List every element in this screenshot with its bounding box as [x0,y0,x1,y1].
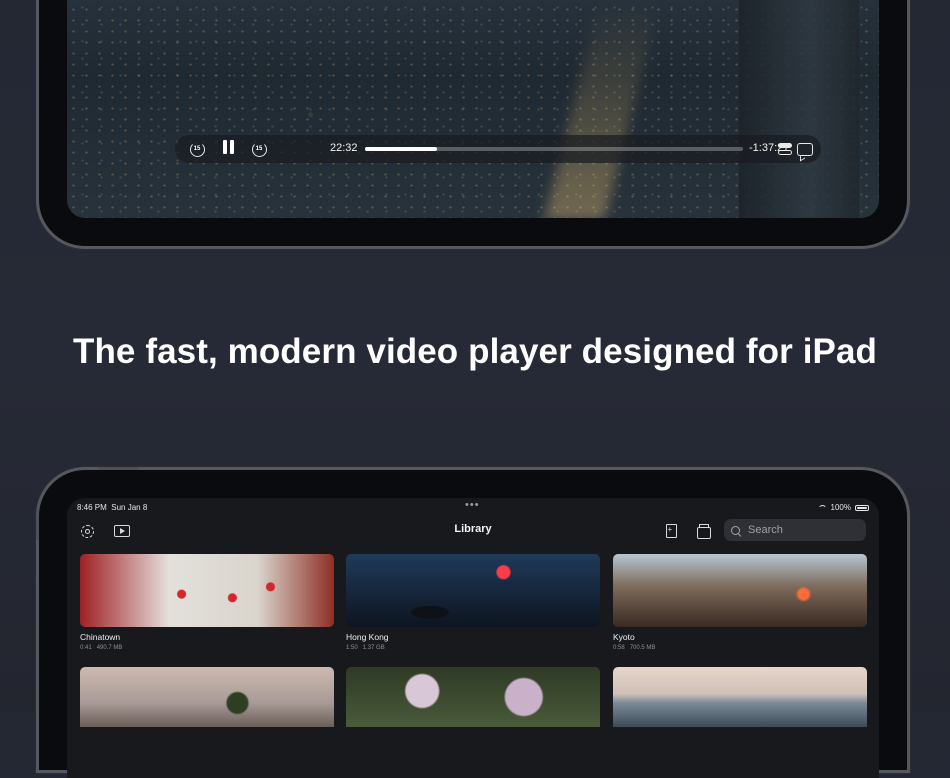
skip-back-icon: 15 [189,141,205,157]
battery-percent: 100% [830,503,851,512]
ipad-top-frame: 15 15 22:32 -1:37:27 [39,0,907,246]
subtitles-icon [797,142,813,156]
subtitles-button[interactable] [795,139,815,159]
scrubber[interactable] [365,147,743,151]
video-thumbnail[interactable] [80,667,334,727]
pause-icon [221,139,235,159]
search-icon [731,525,740,535]
navigation-bar: Library [67,516,879,546]
multitasking-dots[interactable]: ••• [465,499,480,511]
status-indicators: 100% [817,503,869,512]
skip-forward-button[interactable]: 15 [249,139,269,159]
tray-stack-icon [697,523,711,539]
document-add-icon [665,524,677,538]
status-time: 8:46 PM Sun Jan 8 [77,503,148,512]
video-title: Chinatown [80,632,121,642]
video-card-row2-1[interactable] [80,667,334,727]
video-card-row2-3[interactable] [613,667,867,727]
video-meta: 1:50 1.37 GB [346,645,385,651]
library-screen: 8:46 PM Sun Jan 8 ••• 100% Library + Sea… [67,498,879,778]
skip-forward-icon: 15 [251,141,267,157]
marketing-headline: The fast, modern video player designed f… [72,332,878,371]
search-field[interactable] [724,519,866,541]
video-title: Hong Kong [346,632,389,642]
video-card-row2-2[interactable] [346,667,600,727]
wifi-icon [817,504,827,511]
elapsed-time: 22:32 [330,142,358,154]
video-meta: 0:41 490.7 MB [80,645,123,651]
playback-controls: 15 15 22:32 -1:37:27 [175,135,821,163]
scrubber-progress [365,147,437,151]
video-thumbnail[interactable] [613,554,867,627]
skip-back-button[interactable]: 15 [187,139,207,159]
import-file-button[interactable] [661,521,681,541]
search-input[interactable] [746,523,860,537]
side-button [36,510,39,540]
ipad-bottom-frame: 8:46 PM Sun Jan 8 ••• 100% Library + Sea… [36,467,907,778]
video-thumbnail[interactable] [346,667,600,727]
video-screen[interactable]: 15 15 22:32 -1:37:27 [67,0,879,218]
playback-settings-button[interactable] [775,139,795,159]
video-thumbnail[interactable] [346,554,600,627]
video-thumbnail[interactable] [613,667,867,727]
folders-button[interactable] [694,521,714,541]
toggles-icon [778,143,792,155]
status-bar: 8:46 PM Sun Jan 8 ••• 100% [67,498,879,516]
pause-button[interactable] [218,139,238,159]
battery-icon [855,504,869,511]
video-title: Kyoto [613,632,635,642]
video-card-kyoto[interactable]: Kyoto 0:58 700.5 MB [613,554,867,651]
top-button [99,467,139,470]
video-card-chinatown[interactable]: Chinatown 0:41 490.7 MB [80,554,334,651]
video-card-hong-kong[interactable]: Hong Kong 1:50 1.37 GB [346,554,600,651]
video-frame-building [739,0,859,218]
video-thumbnail[interactable] [80,554,334,627]
video-meta: 0:58 700.5 MB [613,645,656,651]
